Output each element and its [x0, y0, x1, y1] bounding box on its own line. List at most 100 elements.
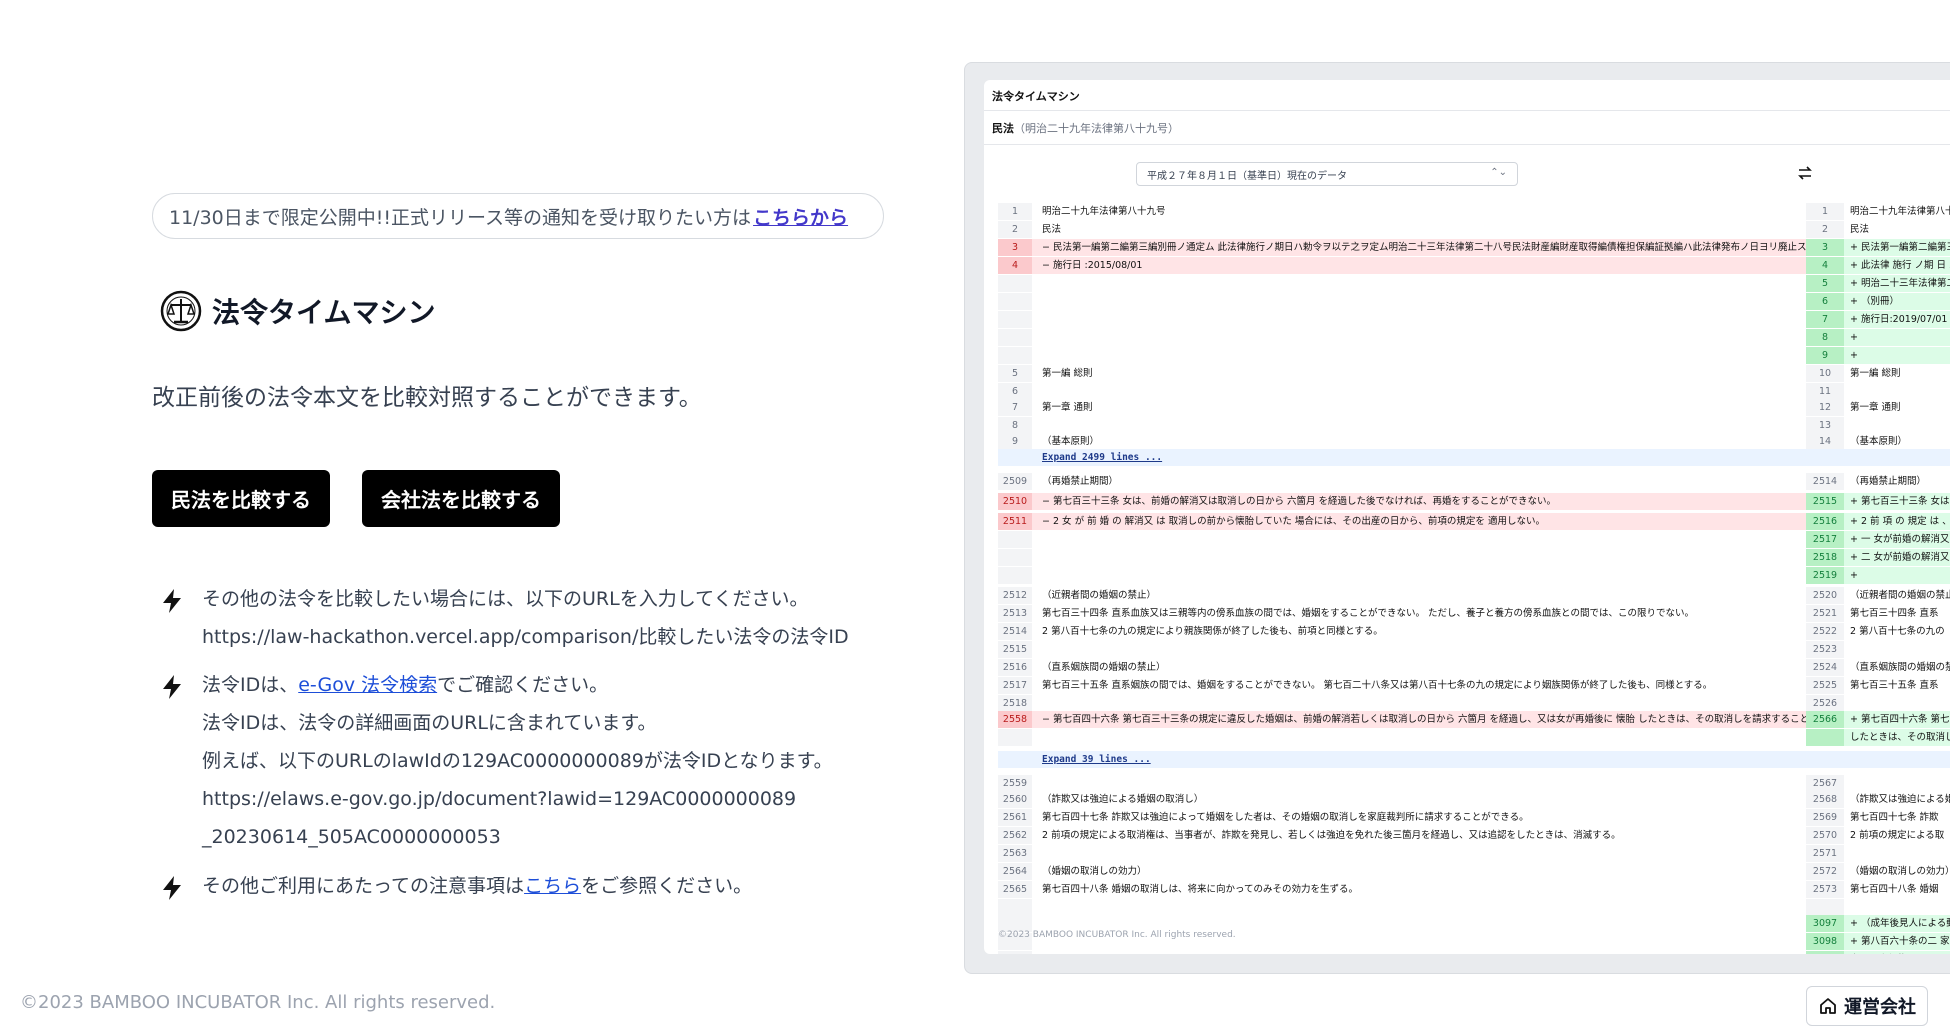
- diff-text-right: + 施行日:2019/07/01: [1844, 311, 1950, 328]
- comparison-url-text: https://law-hackathon.vercel.app/compari…: [202, 626, 849, 648]
- diff-row: 2558− 第七百四十六条 第七百三十三条の規定に違反した婚姻は、前婚の解消若し…: [998, 711, 1950, 728]
- diff-text-left: [1032, 729, 1806, 746]
- diff-row: 2509 （再婚禁止期間） 2514 （再婚禁止期間）: [998, 473, 1950, 490]
- operating-company-button[interactable]: 運営会社: [1806, 986, 1928, 1026]
- notify-signup-link[interactable]: こちらから: [753, 203, 848, 230]
- diff-row: 宛てた郵便物又は民間: [998, 951, 1950, 954]
- diff-line-number-left: 2514: [998, 623, 1032, 640]
- diff-line-number-left: 8: [998, 417, 1032, 434]
- diff-line-number-left: 2518: [998, 695, 1032, 712]
- diff-line-number-left: [998, 951, 1032, 954]
- diff-text-left: 民法: [1042, 224, 1062, 235]
- diff-row: 5 + 明治二十三年法律第二: [998, 275, 1950, 292]
- preview-app-title: 法令タイムマシン: [992, 90, 1080, 103]
- diff-line-number-left: [998, 449, 1032, 466]
- diff-text-left: [1032, 549, 1806, 566]
- diff-line-number-right: 2573: [1806, 881, 1844, 898]
- diff-line-number-left: 1: [998, 203, 1032, 220]
- info-text: その他の法令を比較したい場合には、以下のURLを入力してください。: [202, 588, 809, 610]
- compare-civil-code-button[interactable]: 民法を比較する: [152, 470, 330, 527]
- diff-text-right: + 第八百六十条の二 家庭: [1844, 933, 1950, 950]
- tagline: 改正前後の法令本文を比較対照することができます。: [152, 385, 702, 411]
- diff-text-right: （詐欺又は強迫による婚: [1850, 794, 1950, 805]
- diff-row: 9 +: [998, 347, 1950, 364]
- diff-line-number-left: 6: [998, 383, 1032, 400]
- diff-text-left: （近親者間の婚姻の禁止）: [1042, 590, 1157, 601]
- diff-text-right: 2 前項の規定による取: [1850, 830, 1945, 841]
- operating-company-label: 運営会社: [1844, 997, 1916, 1017]
- diff-line-number-right: 13: [1806, 417, 1844, 434]
- info-item-law-id: 法令IDは、e-Gov 法令検索でご確認ください。 法令IDは、法令の詳細画面の…: [160, 672, 880, 862]
- diff-row: 9 （基本原則） 14 （基本原則）: [998, 433, 1950, 450]
- diff-line-number-right: 2525: [1806, 677, 1844, 694]
- diff-row: 2514 2 第八百十七条の九の規定により親族関係が終了した後も、前項と同様とする…: [998, 623, 1950, 640]
- info-item-notes: その他ご利用にあたっての注意事項はこちらをご参照ください。: [160, 873, 880, 911]
- scales-of-justice-logo-icon: [160, 290, 202, 332]
- lightning-icon: [163, 675, 181, 699]
- diff-text-left: [1032, 951, 1806, 954]
- diff-text-right: + 2 前 項 の 規定 は 、次: [1844, 513, 1950, 530]
- diff-line-number-right: 2522: [1806, 623, 1844, 640]
- diff-text-right: + 二 女が前婚の解消又: [1844, 549, 1950, 566]
- diff-line-number-right: 2569: [1806, 809, 1844, 826]
- diff-text-right: したときは、その取消し: [1844, 729, 1950, 746]
- diff-line-number-right: 2520: [1806, 587, 1844, 604]
- diff-row: 7 + 施行日:2019/07/01: [998, 311, 1950, 328]
- usage-notes-link[interactable]: こちら: [524, 875, 581, 897]
- diff-line-number-right: 2572: [1806, 863, 1844, 880]
- diff-text-right: 第七百四十八条 婚姻: [1850, 884, 1939, 895]
- diff-text-left: [1032, 293, 1806, 310]
- diff-text-left: [1032, 417, 1806, 434]
- diff-line-number-right: 2518: [1806, 549, 1844, 566]
- diff-line-number-right: 2514: [1806, 473, 1844, 490]
- diff-row: 2565 第七百四十八条 婚姻の取消しは、将来に向かってのみその効力を生ずる。 25…: [998, 881, 1950, 898]
- diff-line-number-right: 7: [1806, 311, 1844, 328]
- diff-text-right: 第一編 総則: [1850, 368, 1901, 379]
- diff-line-number-left: 2512: [998, 587, 1032, 604]
- diff-line-number-right: 3097: [1806, 915, 1844, 932]
- preview-law-heading: 民法（明治二十九年法律第八十九号）: [992, 122, 1179, 135]
- diff-row: 2518 + 二 女が前婚の解消又: [998, 549, 1950, 566]
- diff-line-number-left: [998, 311, 1032, 328]
- diff-text-left: [1032, 845, 1806, 862]
- diff-line-number-left: [998, 329, 1032, 346]
- diff-line-number-right: [1806, 751, 1844, 768]
- diff-text-left: − 2 女 が 前 婚 の 解消又 は 取消しの前から懐胎していた 場合には、そ…: [1032, 513, 1806, 530]
- diff-line-number-right: 6: [1806, 293, 1844, 310]
- diff-row: 2564 （婚姻の取消しの効力） 2572 （婚姻の取消しの効力）: [998, 863, 1950, 880]
- diff-line-number-left: [998, 347, 1032, 364]
- release-notice-text: 11/30日まで限定公開中!!正式リリース等の通知を受け取りたい方は: [169, 206, 752, 229]
- diff-row: 2559 2567: [998, 775, 1950, 792]
- diff-line-number-left: [998, 275, 1032, 292]
- info-text: 例えば、以下のURLのlawIdの129AC0000000089が法令IDとなり…: [202, 750, 833, 772]
- diff-text-right: [1844, 449, 1950, 466]
- diff-text-left: 第七百四十八条 婚姻の取消しは、将来に向かってのみその効力を生ずる。: [1042, 884, 1359, 895]
- diff-text-left: [1032, 383, 1806, 400]
- diff-text-right: [1844, 383, 1950, 400]
- diff-text-right: + （成年後見人による郵便: [1844, 915, 1950, 932]
- diff-row: 2511− 2 女 が 前 婚 の 解消又 は 取消しの前から懐胎していた 場合…: [998, 513, 1950, 530]
- diff-text-left: [1032, 899, 1806, 916]
- preview-copyright: ©2023 BAMBOO INCUBATOR Inc. All rights r…: [998, 930, 1236, 940]
- compare-companies-act-button[interactable]: 会社法を比較する: [362, 470, 560, 527]
- info-item-url: その他の法令を比較したい場合には、以下のURLを入力してください。 https:…: [160, 586, 880, 662]
- diff-line-number-left: 2561: [998, 809, 1032, 826]
- diff-line-number-right: 2524: [1806, 659, 1844, 676]
- diff-line-number-right: 14: [1806, 433, 1844, 450]
- diff-text-right: + 明治二十三年法律第二: [1844, 275, 1950, 292]
- diff-row: 2512 （近親者間の婚姻の禁止） 2520 （近親者間の婚姻の禁止: [998, 587, 1950, 604]
- diff-text-left: （直系姻族間の婚姻の禁止）: [1042, 662, 1166, 673]
- lightning-icon: [163, 876, 181, 900]
- diff-row: 2515 2523: [998, 641, 1950, 658]
- diff-text-left: − 第七百四十六条 第七百三十三条の規定に違反した婚姻は、前婚の解消若しくは取消…: [1032, 711, 1806, 728]
- diff-text-left: 第七百三十五条 直系姻族の間では、婚姻をすることができない。 第七百二十八条又は…: [1042, 680, 1713, 691]
- diff-line-number-left: 2: [998, 221, 1032, 238]
- diff-text-right: （婚姻の取消しの効力）: [1850, 866, 1950, 877]
- egov-law-search-link[interactable]: e-Gov 法令検索: [298, 674, 437, 696]
- updown-chevron-icon: ⌃⌄: [1490, 167, 1507, 178]
- diff-text-left: （基本原則）: [1042, 436, 1100, 447]
- diff-text-left: Expand 2499 lines ...: [1032, 449, 1806, 466]
- info-text: 法令IDは、法令の詳細画面のURLに含まれています。: [202, 712, 657, 734]
- diff-text-left: 第一章 通則: [1042, 402, 1093, 413]
- diff-line-number-left: [998, 729, 1032, 746]
